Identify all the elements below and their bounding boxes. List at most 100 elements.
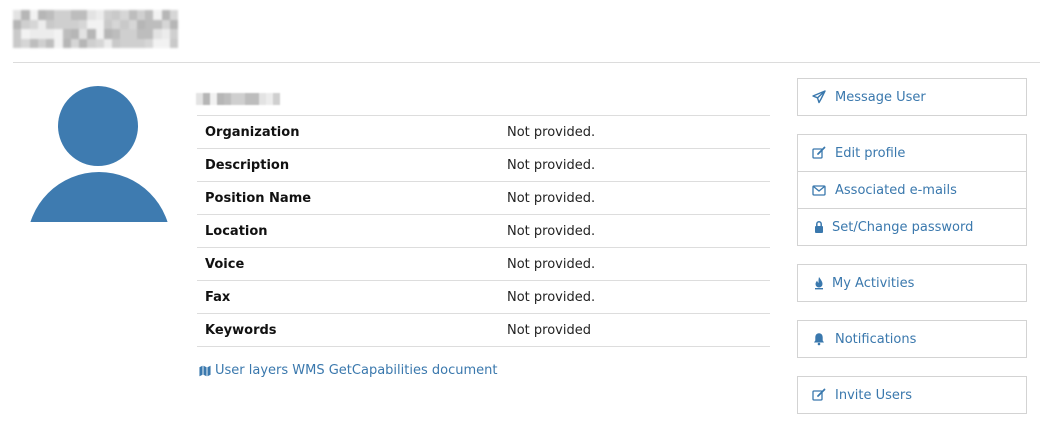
- row-label: Location: [197, 214, 499, 248]
- redaction-pixel: [13, 38, 22, 48]
- redaction-pixel: [217, 93, 224, 105]
- redaction-pixel: [210, 93, 217, 105]
- redaction-pixel: [46, 38, 55, 48]
- edit-profile-button[interactable]: Edit profile: [798, 135, 1026, 171]
- redaction-pixel: [112, 29, 121, 39]
- redaction-pixel: [128, 19, 137, 29]
- notifications-button[interactable]: Notifications: [798, 321, 1026, 357]
- invite-users-button[interactable]: Invite Users: [798, 377, 1026, 413]
- redaction-pixel: [169, 38, 178, 48]
- map-icon: [198, 363, 212, 378]
- redaction-pixel: [145, 10, 154, 20]
- redaction-pixel: [153, 38, 162, 48]
- redaction-pixel: [169, 10, 178, 20]
- redaction-pixel: [70, 29, 79, 39]
- redaction-pixel: [266, 93, 273, 105]
- set-password-button[interactable]: Set/Change password: [798, 208, 1026, 245]
- redaction-pixel: [95, 29, 104, 39]
- redaction-pixel: [70, 10, 79, 20]
- table-row: Location Not provided.: [197, 214, 770, 248]
- redaction-pixel: [54, 19, 63, 29]
- redaction-pixel: [79, 38, 88, 48]
- redaction-pixel: [112, 10, 121, 20]
- redaction-pixel: [46, 19, 55, 29]
- redaction-pixel: [136, 29, 145, 39]
- redaction-pixel: [128, 10, 137, 20]
- notifications-label: Notifications: [835, 331, 917, 347]
- profile-info-table: Organization Not provided. Description N…: [197, 115, 770, 347]
- my-activities-button[interactable]: My Activities: [798, 265, 1026, 301]
- redaction-pixel: [62, 10, 71, 20]
- redaction-pixel: [120, 10, 129, 20]
- redaction-pixel: [231, 93, 238, 105]
- action-group-message: Message User: [797, 78, 1027, 116]
- redaction-pixel: [238, 93, 245, 105]
- redaction-pixel: [103, 10, 112, 20]
- redaction-pixel: [259, 93, 266, 105]
- redaction-pixel: [112, 19, 121, 29]
- redaction-pixel: [145, 38, 154, 48]
- table-row: Keywords Not provided: [197, 313, 770, 347]
- wms-capabilities-link[interactable]: User layers WMS GetCapabilities document: [198, 363, 497, 378]
- bell-icon: [811, 332, 826, 347]
- redaction-pixel: [29, 29, 38, 39]
- redaction-pixel: [161, 10, 170, 20]
- row-label: Fax: [197, 280, 499, 314]
- redaction-pixel: [62, 38, 71, 48]
- set-password-label: Set/Change password: [832, 219, 974, 235]
- message-user-label: Message User: [835, 89, 926, 105]
- redaction-pixel: [87, 29, 96, 39]
- row-value: Not provided.: [499, 181, 770, 215]
- redaction-pixel: [224, 93, 231, 105]
- redaction-pixel: [128, 29, 137, 39]
- row-value: Not provided.: [499, 280, 770, 314]
- redaction-pixel: [169, 19, 178, 29]
- redaction-pixel: [21, 19, 30, 29]
- redaction-pixel: [169, 29, 178, 39]
- redaction-pixel: [37, 29, 46, 39]
- action-group-activities: My Activities: [797, 264, 1027, 302]
- redaction-pixel: [161, 29, 170, 39]
- message-user-button[interactable]: Message User: [798, 79, 1026, 115]
- redaction-pixel: [46, 29, 55, 39]
- redaction-pixel: [136, 38, 145, 48]
- redaction-pixel: [252, 93, 259, 105]
- redaction-pixel: [120, 19, 129, 29]
- redaction-pixel: [79, 19, 88, 29]
- redaction-pixel: [87, 19, 96, 29]
- table-row: Organization Not provided.: [197, 115, 770, 149]
- table-row: Position Name Not provided.: [197, 181, 770, 215]
- envelope-icon: [811, 183, 826, 198]
- redaction-pixel: [103, 19, 112, 29]
- associated-emails-label: Associated e-mails: [835, 182, 957, 198]
- redaction-pixel: [153, 19, 162, 29]
- redaction-pixel: [54, 10, 63, 20]
- invite-users-label: Invite Users: [835, 387, 913, 403]
- redaction-pixel: [161, 19, 170, 29]
- redaction-pixel: [70, 19, 79, 29]
- fire-icon: [811, 276, 826, 291]
- redaction-pixel: [120, 38, 129, 48]
- redaction-pixel: [29, 38, 38, 48]
- redaction-pixel: [37, 19, 46, 29]
- row-label: Description: [197, 148, 499, 182]
- redaction-pixel: [112, 38, 121, 48]
- row-label: Position Name: [197, 181, 499, 215]
- redaction-pixel: [120, 29, 129, 39]
- row-value: Not provided.: [499, 115, 770, 149]
- redaction-pixel: [136, 19, 145, 29]
- redaction-pixel: [37, 10, 46, 20]
- page-title-redacted: [13, 10, 178, 48]
- redaction-pixel: [29, 19, 38, 29]
- my-activities-label: My Activities: [832, 275, 915, 291]
- redaction-pixel: [13, 10, 22, 20]
- associated-emails-button[interactable]: Associated e-mails: [798, 171, 1026, 208]
- avatar-body: [27, 172, 171, 222]
- redaction-pixel: [21, 29, 30, 39]
- action-group-invite: Invite Users: [797, 376, 1027, 414]
- redaction-pixel: [273, 93, 280, 105]
- edit-icon: [811, 388, 826, 403]
- redaction-pixel: [203, 93, 210, 105]
- row-value: Not provided.: [499, 148, 770, 182]
- redaction-pixel: [95, 38, 104, 48]
